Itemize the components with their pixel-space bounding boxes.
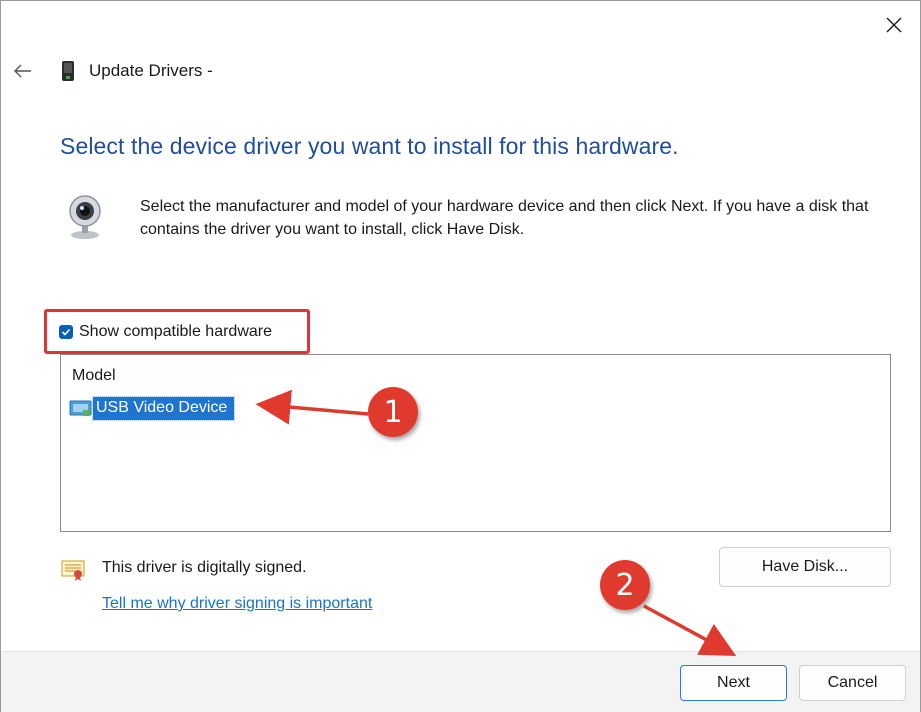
signed-status-text: This driver is digitally signed.: [102, 559, 307, 576]
model-listbox[interactable]: Model USB Video Device: [60, 354, 891, 532]
page-heading: Select the device driver you want to ins…: [60, 133, 679, 159]
device-icon: [62, 61, 74, 81]
back-arrow-icon: [14, 64, 31, 78]
certificate-icon: [61, 560, 85, 581]
list-item[interactable]: USB Video Device: [69, 395, 236, 421]
highlight-box: [44, 309, 310, 354]
driver-icon: [69, 400, 92, 416]
annotation-badge-1: 1: [368, 387, 418, 437]
webcam-icon: [69, 195, 101, 239]
annotation-badge-2: 2: [600, 560, 650, 610]
cancel-button[interactable]: Cancel: [799, 665, 906, 701]
instructions-text: Select the manufacturer and model of you…: [140, 198, 869, 238]
update-drivers-window: Update Drivers - Select the device drive…: [0, 0, 921, 712]
next-button[interactable]: Next: [680, 665, 787, 701]
model-column-header: Model: [72, 367, 116, 384]
driver-signing-link[interactable]: Tell me why driver signing is important: [102, 595, 372, 613]
close-icon: [886, 17, 902, 33]
have-disk-button[interactable]: Have Disk...: [719, 547, 891, 587]
window-title: Update Drivers -: [89, 61, 213, 80]
list-item-label: USB Video Device: [91, 395, 236, 421]
back-button[interactable]: [11, 59, 35, 83]
close-button[interactable]: [876, 7, 912, 43]
